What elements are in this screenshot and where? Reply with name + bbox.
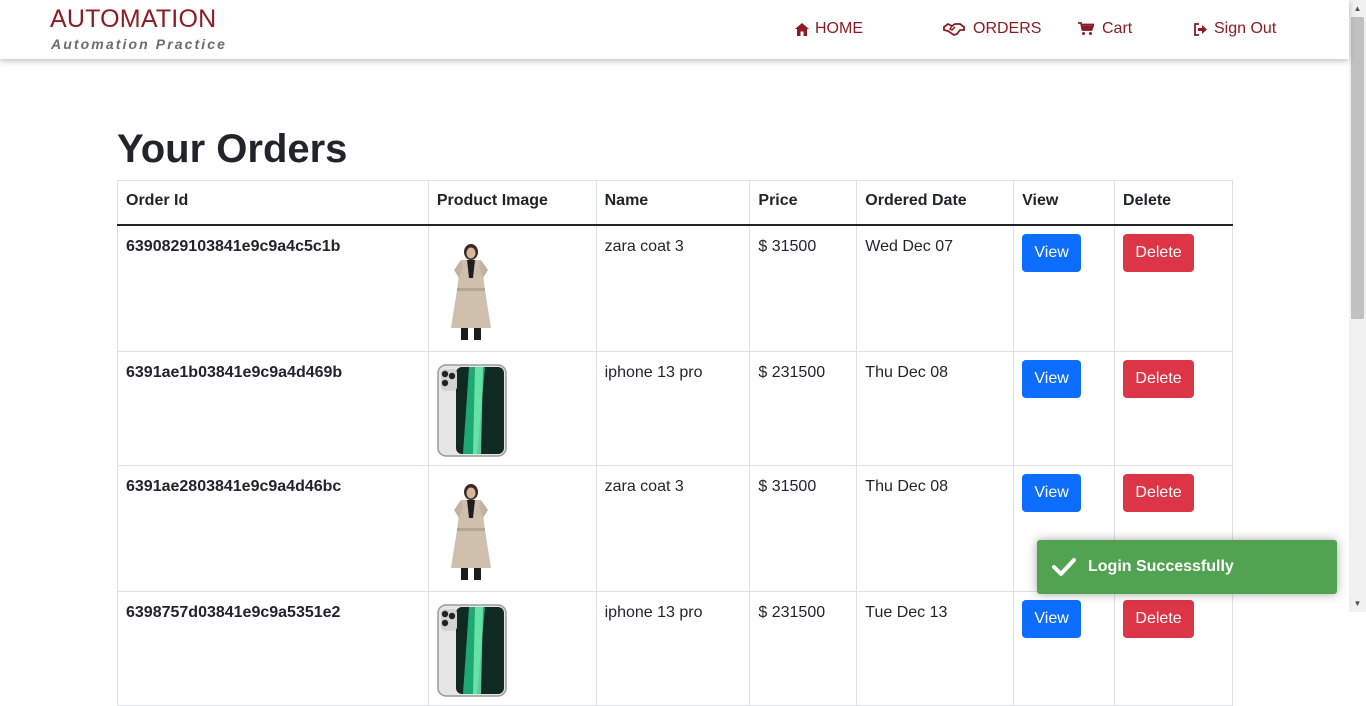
delete-order-button[interactable]: Delete	[1123, 600, 1195, 638]
header-product-image: Product Image	[427, 180, 597, 226]
nav-cart-label: Cart	[1102, 20, 1133, 37]
table-row: 6398757d03841e9c9a5351e2 iphone 13 pro $…	[117, 591, 1233, 706]
header-view: View	[1013, 180, 1116, 226]
delete-cell: Delete	[1114, 591, 1233, 706]
header-order-id: Order Id	[117, 180, 429, 226]
check-icon	[1052, 558, 1076, 576]
product-image-cell	[427, 465, 597, 592]
page-title: Your Orders	[117, 127, 348, 171]
nav-orders-link[interactable]: ORDERS	[943, 19, 1041, 39]
ordered-date-cell: Wed Dec 07	[856, 225, 1015, 352]
price-cell: $ 31500	[749, 465, 858, 592]
table-row: 6391ae1b03841e9c9a4d469b iphone 13 pro $…	[117, 351, 1233, 466]
nav-sign-out-link[interactable]: Sign Out	[1194, 19, 1276, 39]
scrollbar-thumb[interactable]	[1351, 17, 1364, 319]
zara-coat-image	[436, 238, 507, 343]
nav-home-link[interactable]: HOME	[795, 19, 863, 39]
header-ordered-date: Ordered Date	[856, 180, 1015, 226]
login-success-toast[interactable]: Login Successfully	[1037, 540, 1337, 594]
delete-cell: Delete	[1114, 351, 1233, 466]
delete-order-button[interactable]: Delete	[1123, 234, 1195, 272]
delete-order-button[interactable]: Delete	[1123, 474, 1195, 512]
iphone-image	[437, 604, 507, 697]
table-header-row: Order Id Product Image Name Price Ordere…	[117, 180, 1233, 226]
header-delete: Delete	[1114, 180, 1233, 226]
page-scrollbar[interactable]: ▲ ▼	[1349, 0, 1366, 612]
view-order-button[interactable]: View	[1022, 600, 1082, 638]
view-cell: View	[1013, 351, 1116, 466]
ordered-date-cell: Thu Dec 08	[856, 351, 1015, 466]
nav-orders-label: ORDERS	[973, 20, 1042, 37]
iphone-image	[437, 364, 507, 457]
product-image-cell	[427, 225, 597, 352]
order-id-cell: 6391ae1b03841e9c9a4d469b	[117, 351, 429, 466]
view-order-button[interactable]: View	[1022, 234, 1082, 272]
price-cell: $ 31500	[749, 225, 858, 352]
header-name: Name	[595, 180, 751, 226]
view-order-button[interactable]: View	[1022, 360, 1082, 398]
order-id-cell: 6390829103841e9c9a4c5c1b	[117, 225, 429, 352]
top-navbar: AUTOMATION Automation Practice HOME ORDE…	[0, 0, 1349, 59]
ordered-date-cell: Tue Dec 13	[856, 591, 1015, 706]
product-image-cell	[427, 591, 597, 706]
delete-cell: Delete	[1114, 225, 1233, 352]
view-cell: View	[1013, 225, 1116, 352]
price-cell: $ 231500	[749, 351, 858, 466]
product-name-cell: iphone 13 pro	[595, 591, 751, 706]
nav-home-label: HOME	[815, 20, 863, 37]
order-id-cell: 6398757d03841e9c9a5351e2	[117, 591, 429, 706]
header-price: Price	[749, 180, 858, 226]
view-order-button[interactable]: View	[1022, 474, 1082, 512]
brand-title[interactable]: AUTOMATION	[50, 5, 216, 34]
product-name-cell: iphone 13 pro	[595, 351, 751, 466]
toast-message: Login Successfully	[1088, 558, 1234, 575]
order-id-cell: 6391ae2803841e9c9a4d46bc	[117, 465, 429, 592]
product-image-cell	[427, 351, 597, 466]
scroll-down-arrow-icon[interactable]: ▼	[1349, 595, 1366, 612]
scroll-up-arrow-icon[interactable]: ▲	[1349, 0, 1366, 17]
handshake-icon	[943, 22, 965, 36]
orders-table: Order Id Product Image Name Price Ordere…	[117, 180, 1233, 706]
nav-sign-out-label: Sign Out	[1214, 20, 1277, 37]
brand-subtitle: Automation Practice	[51, 36, 228, 52]
cart-icon	[1078, 22, 1094, 35]
nav-cart-link[interactable]: Cart	[1078, 19, 1132, 39]
view-cell: View	[1013, 591, 1116, 706]
ordered-date-cell: Thu Dec 08	[856, 465, 1015, 592]
table-row: 6390829103841e9c9a4c5c1b zara coat 3 $ 3…	[117, 225, 1233, 352]
price-cell: $ 231500	[749, 591, 858, 706]
home-icon	[795, 22, 809, 36]
zara-coat-image	[436, 478, 507, 583]
sign-out-icon	[1194, 22, 1207, 36]
delete-order-button[interactable]: Delete	[1123, 360, 1195, 398]
product-name-cell: zara coat 3	[595, 465, 751, 592]
product-name-cell: zara coat 3	[595, 225, 751, 352]
